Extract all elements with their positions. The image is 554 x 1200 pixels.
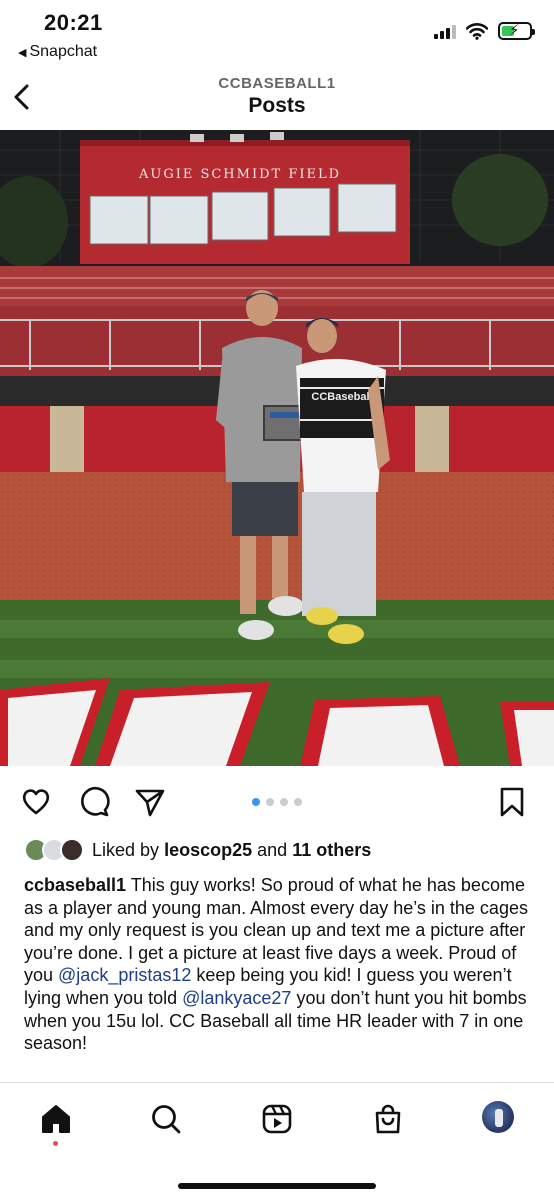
likes-prefix: Liked by [92, 839, 160, 860]
heart-icon[interactable] [20, 786, 52, 818]
search-icon[interactable] [150, 1103, 182, 1135]
notification-dot [53, 1141, 58, 1146]
profile-avatar[interactable] [482, 1101, 514, 1133]
carousel-dot [266, 798, 274, 806]
bottom-nav [0, 1082, 554, 1200]
battery-charging-icon: ⚡ [498, 22, 535, 40]
comment-icon[interactable] [78, 786, 110, 818]
bookmark-icon[interactable] [496, 786, 528, 818]
likes-text: Liked by leoscop25 and 11 others [92, 840, 371, 861]
page-title: Posts [248, 94, 306, 117]
field-name-sign: AUGIE SCHMIDT FIELD [138, 167, 341, 182]
posts-header: CCBASEBALL1 Posts [0, 68, 554, 130]
post-photo[interactable]: AUGIE SCHMIDT FIELD CCBaseball [0, 130, 554, 766]
post-caption: ccbaseball1 This guy works! So proud of … [24, 874, 540, 1055]
profile-username: CCBASEBALL1 [218, 75, 336, 92]
likes-row[interactable]: Liked by leoscop25 and 11 others [24, 836, 371, 864]
avatar [60, 838, 84, 862]
cellular-signal-icon [434, 23, 456, 39]
share-icon[interactable] [134, 786, 166, 818]
carousel-indicator [252, 798, 302, 806]
carousel-dot [294, 798, 302, 806]
person-player: CCBaseball [296, 318, 390, 644]
back-triangle-icon: ◀ [18, 47, 27, 59]
liker-username-link[interactable]: leoscop25 [164, 840, 252, 860]
mention-link[interactable]: @lankyace27 [182, 988, 291, 1008]
shop-icon[interactable] [372, 1103, 404, 1135]
status-bar: 20:21 ◀ Snapchat ⚡ [0, 0, 554, 68]
carousel-dot [280, 798, 288, 806]
back-to-app-link[interactable]: ◀ Snapchat [18, 43, 97, 61]
reels-icon[interactable] [261, 1103, 293, 1135]
home-icon[interactable] [40, 1103, 72, 1135]
liker-avatars [24, 836, 88, 864]
jersey-text: CCBaseball [311, 391, 372, 403]
home-indicator [178, 1183, 376, 1189]
status-icons: ⚡ [434, 22, 535, 40]
mention-link[interactable]: @jack_pristas12 [58, 965, 191, 985]
back-app-label: Snapchat [29, 43, 98, 60]
post-actions [0, 766, 554, 836]
caption-username-link[interactable]: ccbaseball1 [24, 875, 126, 895]
likes-others-link[interactable]: 11 others [292, 840, 371, 860]
status-time: 20:21 [44, 10, 103, 35]
carousel-dot [252, 798, 260, 806]
likes-conjunction: and [257, 839, 288, 860]
wifi-icon [466, 22, 488, 40]
